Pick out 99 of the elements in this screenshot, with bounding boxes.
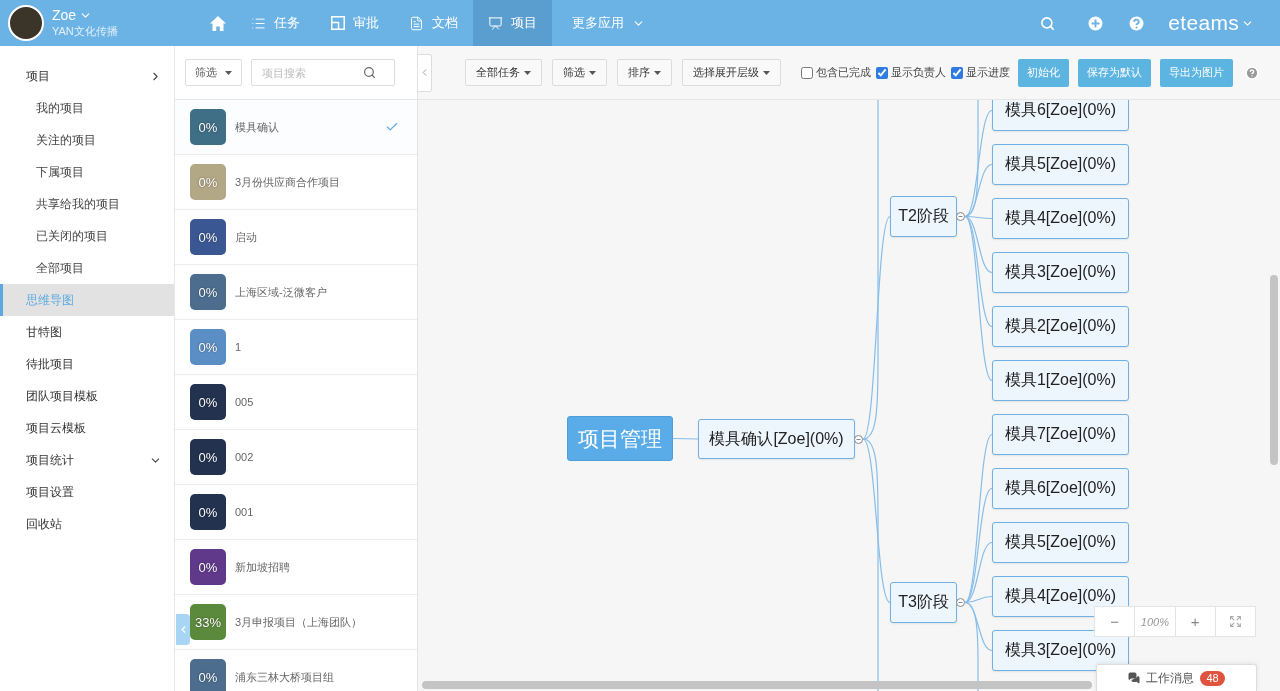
work-messages-button[interactable]: 工作消息 48 [1096, 664, 1257, 691]
checkbox[interactable] [801, 66, 813, 79]
connector-line [672, 437, 699, 440]
collapse-tab[interactable] [176, 614, 190, 645]
project-name: 1 [235, 341, 243, 353]
help-icon [1245, 65, 1259, 80]
topic-node[interactable]: 模具4[Zoe](0%) [992, 576, 1129, 617]
zoom-out-button[interactable]: − [1095, 607, 1136, 636]
sidebar-subitem[interactable]: 已关闭的项目 [0, 220, 174, 252]
organization-name: YAN文化传播 [52, 24, 118, 39]
topic-node[interactable]: 模具3[Zoe](0%) [992, 630, 1129, 671]
topic-node[interactable]: 模具6[Zoe](0%) [992, 100, 1129, 131]
progress-text: 0% [198, 229, 218, 245]
caret-icon [225, 70, 232, 75]
project-name: 启动 [235, 229, 258, 245]
topic-node[interactable]: 模具4[Zoe](0%) [992, 198, 1129, 239]
progress-text: 0% [198, 559, 218, 575]
project-name: 001 [235, 506, 255, 518]
project-name: 002 [235, 451, 255, 463]
project-name: 浦东三林大桥项目组 [235, 669, 335, 685]
sidebar-subitem[interactable]: 我的项目 [0, 92, 174, 124]
help-icon [1127, 13, 1147, 33]
toolbar-dropdown[interactable]: 选择展开层级 [682, 59, 781, 86]
search-field[interactable]: 项目搜索 [251, 59, 395, 86]
list-icon [251, 15, 266, 31]
home-icon [210, 15, 226, 31]
progress-text: 33% [195, 614, 221, 630]
toolbar-dropdown[interactable]: 全部任务 [465, 59, 542, 86]
expand-icon [1228, 615, 1242, 628]
presentation-icon [488, 15, 503, 31]
topic-node[interactable]: T2阶段 [890, 196, 957, 237]
topic-node[interactable]: T3阶段 [890, 582, 957, 623]
check-icon [385, 120, 399, 134]
progress-text: 0% [198, 174, 218, 190]
scrollbar-thumb[interactable] [1270, 275, 1278, 465]
topic-node[interactable]: 模具7[Zoe](0%) [992, 414, 1129, 455]
project-name: 新加坡招聘 [235, 559, 291, 575]
sidebar-item[interactable]: 项目设置 [0, 476, 174, 508]
checkbox-label: 显示负责人 [891, 65, 946, 80]
caret-icon [589, 70, 596, 75]
collapse-toggle-icon[interactable] [956, 598, 965, 607]
progress-text: 0% [198, 394, 218, 410]
progress-text: 0% [198, 119, 218, 135]
zoom-level: 100% [1135, 607, 1176, 636]
search-icon [1040, 15, 1056, 31]
toolbar-dropdown[interactable]: 筛选 [552, 59, 607, 86]
progress-text: 0% [198, 449, 218, 465]
caret-icon [654, 70, 661, 75]
progress-text: 0% [198, 339, 218, 355]
sidebar-item[interactable]: 回收站 [0, 508, 174, 540]
progress-text: 0% [198, 284, 218, 300]
topic-node[interactable]: 模具1[Zoe](0%) [992, 360, 1129, 401]
add-button[interactable] [1086, 13, 1106, 33]
sidebar-item[interactable]: 甘特图 [0, 316, 174, 348]
topic-node[interactable]: 模具确认[Zoe](0%) [698, 419, 855, 459]
search-button[interactable] [1040, 15, 1056, 31]
topic-node[interactable]: 模具6[Zoe](0%) [992, 468, 1129, 509]
project-name: 005 [235, 396, 255, 408]
checkbox-label: 显示进度 [966, 65, 1010, 80]
sidebar-subitem[interactable]: 关注的项目 [0, 124, 174, 156]
sidebar-item[interactable]: 待批项目 [0, 348, 174, 380]
sidebar-subitem[interactable]: 下属项目 [0, 156, 174, 188]
sidebar-subitem[interactable]: 共享给我的项目 [0, 188, 174, 220]
caret-icon [763, 70, 770, 75]
topic-node[interactable]: 模具3[Zoe](0%) [992, 252, 1129, 293]
progress-text: 0% [198, 504, 218, 520]
panel-toggle[interactable] [418, 53, 432, 92]
sidebar-item[interactable]: 项目云模板 [0, 412, 174, 444]
checkbox[interactable] [951, 66, 963, 79]
checkbox-label: 包含已完成 [816, 65, 871, 80]
project-name: 3月份供应商合作项目 [235, 174, 342, 190]
avatar[interactable] [8, 5, 44, 41]
zoom-in-button[interactable]: + [1175, 607, 1216, 636]
sidebar-subitem[interactable]: 全部项目 [0, 252, 174, 284]
filter-dropdown[interactable]: 筛选 [185, 59, 242, 86]
document-icon [409, 15, 424, 31]
help-button[interactable] [1127, 13, 1147, 33]
sidebar-item[interactable]: 项目统计 [0, 444, 174, 476]
chat-icon [1128, 672, 1141, 684]
sidebar-item[interactable]: 项目 [0, 60, 174, 92]
toolbar-dropdown[interactable]: 排序 [617, 59, 672, 86]
topic-node[interactable]: 模具5[Zoe](0%) [992, 144, 1129, 185]
project-name: 模具确认 [235, 119, 280, 135]
squares-icon [330, 16, 345, 30]
caret-icon [524, 70, 531, 75]
topic-node[interactable]: 模具5[Zoe](0%) [992, 522, 1129, 563]
sidebar-item[interactable]: 团队项目模板 [0, 380, 174, 412]
collapse-toggle-icon[interactable] [956, 212, 965, 221]
search-icon[interactable] [363, 66, 376, 79]
plus-circle-icon [1086, 13, 1106, 33]
topic-node[interactable]: 模具2[Zoe](0%) [992, 306, 1129, 347]
checkbox[interactable] [876, 66, 888, 79]
progress-text: 0% [198, 669, 218, 685]
project-name: 3月申报项目（上海团队） [235, 614, 364, 630]
collapse-toggle-icon[interactable] [854, 434, 863, 444]
project-row[interactable]: 0% 模具确认 [175, 100, 417, 155]
scrollbar-thumb[interactable] [422, 681, 1092, 689]
count-badge: 48 [1200, 670, 1225, 686]
project-name: 上海区域-泛微客户 [235, 284, 328, 300]
